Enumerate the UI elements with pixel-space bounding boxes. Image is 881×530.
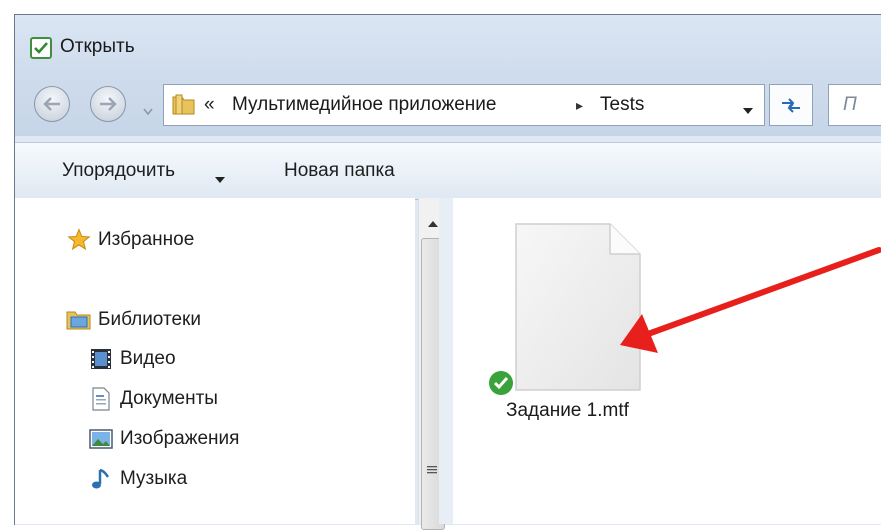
annotation-arrow: [620, 247, 881, 353]
sync-status-icon: [488, 370, 514, 402]
sidebar-item-label: Изображения: [120, 428, 240, 449]
organize-button[interactable]: Упорядочить: [62, 160, 175, 182]
picture-icon: [88, 427, 114, 451]
film-icon: [88, 347, 114, 371]
new-folder-button[interactable]: Новая папка: [284, 160, 395, 182]
app-checkbox-icon: [30, 37, 52, 59]
sidebar-item-favorites[interactable]: Избранное: [66, 228, 194, 252]
refresh-button[interactable]: [769, 84, 813, 126]
folder-icon: [172, 93, 198, 123]
sidebar-item-label: Документы: [120, 388, 218, 409]
scroll-up-button[interactable]: [427, 212, 439, 234]
address-dropdown-button[interactable]: [742, 99, 754, 121]
breadcrumb-tests[interactable]: Tests: [600, 94, 644, 116]
organize-dropdown-icon[interactable]: [214, 168, 226, 190]
sidebar-item-label: Библиотеки: [98, 309, 201, 330]
scroll-grip-icon: [427, 459, 437, 481]
title-bar: [15, 15, 881, 75]
file-name: Задание 1.mtf: [506, 400, 629, 421]
recent-pages-dropdown[interactable]: [143, 100, 153, 122]
breadcrumb-multimedia-app[interactable]: Мультимедийное приложение: [232, 94, 496, 116]
sidebar-item-pictures[interactable]: Изображения: [88, 427, 239, 451]
sidebar-item-music[interactable]: Музыка: [88, 467, 187, 491]
sidebar-item-label: Избранное: [98, 229, 195, 250]
pane-splitter[interactable]: [439, 198, 453, 524]
music-note-icon: [88, 467, 114, 491]
document-icon: [88, 387, 114, 411]
forward-arrow-icon: [100, 97, 117, 111]
forward-button[interactable]: [90, 86, 126, 122]
search-input[interactable]: П: [828, 84, 881, 126]
library-folder-icon: [66, 308, 92, 332]
chevron-down-icon: [743, 108, 753, 114]
chevron-up-icon: [428, 221, 438, 227]
sidebar-item-label: Музыка: [120, 468, 188, 489]
sidebar-item-documents[interactable]: Документы: [88, 387, 218, 411]
breadcrumb-separator-icon[interactable]: ▸: [576, 97, 583, 114]
refresh-icon: [782, 98, 800, 113]
chevron-down-icon: [143, 108, 153, 116]
window-title: Открыть: [60, 36, 135, 57]
back-arrow-icon: [43, 97, 60, 111]
overflow-chevron[interactable]: «: [204, 94, 215, 116]
sidebar-item-video[interactable]: Видео: [88, 347, 176, 371]
address-bar[interactable]: « Мультимедийное приложение ▸ Tests: [163, 84, 765, 126]
search-placeholder: П: [843, 94, 857, 115]
star-icon: [66, 228, 92, 252]
sidebar-item-libraries[interactable]: Библиотеки: [66, 308, 201, 332]
back-button[interactable]: [34, 86, 70, 122]
sidebar-item-label: Видео: [120, 348, 176, 369]
